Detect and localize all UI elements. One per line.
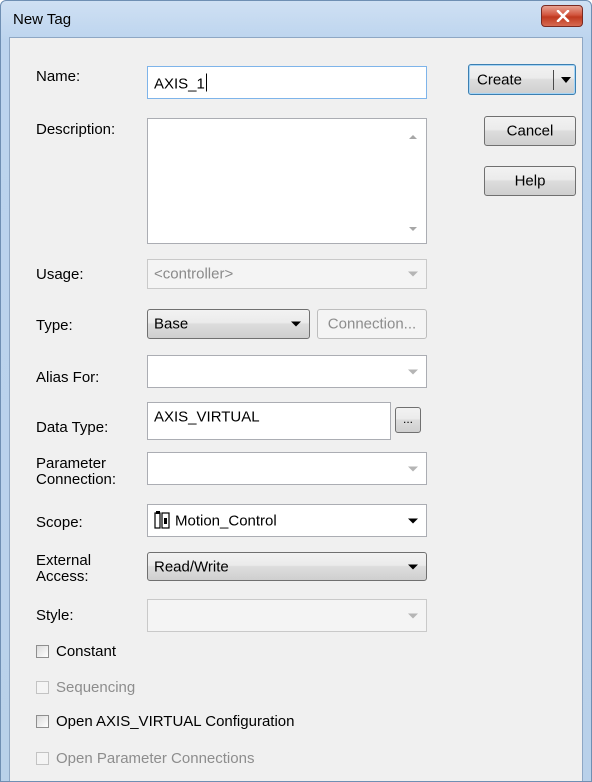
sequencing-checkbox[interactable] — [36, 681, 49, 694]
title-bar[interactable]: New Tag — [1, 1, 591, 37]
help-button[interactable]: Help — [484, 166, 576, 196]
scope-value: Motion_Control — [175, 512, 277, 529]
usage-value: <controller> — [154, 265, 234, 283]
usage-dropdown[interactable]: <controller> — [147, 259, 427, 289]
dialog-body: Name: AXIS_1 Description: Usage: <contro… — [9, 37, 583, 781]
connection-button-label: Connection... — [327, 315, 417, 333]
text-caret — [205, 73, 207, 91]
scroll-down-icon[interactable] — [409, 227, 417, 231]
constant-checkbox[interactable] — [36, 645, 49, 658]
usage-label: Usage: — [36, 266, 84, 283]
description-label: Description: — [36, 121, 116, 138]
chevron-down-icon — [408, 564, 418, 569]
style-label: Style: — [36, 607, 74, 624]
new-tag-dialog: New Tag Name: AXIS_1 Description: Usage:… — [0, 0, 592, 782]
create-button-label: Create — [477, 71, 523, 88]
data-type-browse-button[interactable]: ... — [395, 407, 421, 433]
type-label: Type: — [36, 317, 73, 334]
chevron-down-icon — [408, 369, 418, 374]
external-access-label-line1: External — [36, 552, 92, 569]
name-label: Name: — [36, 68, 81, 85]
description-textarea[interactable] — [147, 118, 427, 244]
external-access-label-line2: Access: — [36, 568, 89, 585]
cancel-button-label: Cancel — [506, 122, 554, 140]
chevron-down-icon — [408, 466, 418, 471]
scope-dropdown[interactable]: Motion_Control — [147, 504, 427, 537]
chevron-down-icon — [408, 271, 418, 277]
sequencing-label: Sequencing — [56, 679, 136, 696]
dialog-title: New Tag — [13, 11, 72, 28]
open-parameter-connections-checkbox[interactable] — [36, 752, 49, 765]
data-type-input[interactable]: AXIS_VIRTUAL — [147, 402, 391, 440]
create-split-divider — [553, 70, 554, 90]
help-button-label: Help — [514, 172, 546, 190]
parameter-connection-label-line1: Parameter — [36, 455, 107, 472]
cancel-button[interactable]: Cancel — [484, 116, 576, 146]
open-configuration-label: Open AXIS_VIRTUAL Configuration — [56, 713, 295, 730]
create-button[interactable]: Create — [468, 64, 576, 95]
style-dropdown[interactable] — [147, 599, 427, 632]
parameter-connection-dropdown[interactable] — [147, 452, 427, 485]
chevron-down-icon — [408, 613, 418, 618]
chevron-down-icon — [291, 321, 301, 327]
connection-button[interactable]: Connection... — [317, 309, 427, 339]
type-dropdown[interactable]: Base — [147, 309, 310, 339]
external-access-value: Read/Write — [154, 558, 229, 575]
program-icon — [154, 511, 170, 529]
data-type-label: Data Type: — [36, 419, 109, 436]
scope-label: Scope: — [36, 514, 83, 531]
name-input[interactable]: AXIS_1 — [147, 66, 427, 99]
alias-for-dropdown[interactable] — [147, 355, 427, 388]
constant-label: Constant — [56, 643, 117, 660]
close-icon — [556, 10, 570, 22]
chevron-down-icon — [408, 518, 418, 523]
name-input-value: AXIS_1 — [154, 75, 205, 92]
open-configuration-checkbox[interactable] — [36, 715, 49, 728]
close-button[interactable] — [541, 5, 583, 27]
parameter-connection-label-line2: Connection: — [36, 471, 117, 488]
alias-for-label: Alias For: — [36, 369, 100, 386]
chevron-down-icon[interactable] — [561, 77, 571, 83]
scroll-up-icon[interactable] — [409, 135, 417, 139]
type-value: Base — [154, 315, 189, 333]
external-access-dropdown[interactable]: Read/Write — [147, 552, 427, 581]
open-parameter-connections-label: Open Parameter Connections — [56, 750, 255, 767]
data-type-value: AXIS_VIRTUAL — [154, 408, 260, 426]
